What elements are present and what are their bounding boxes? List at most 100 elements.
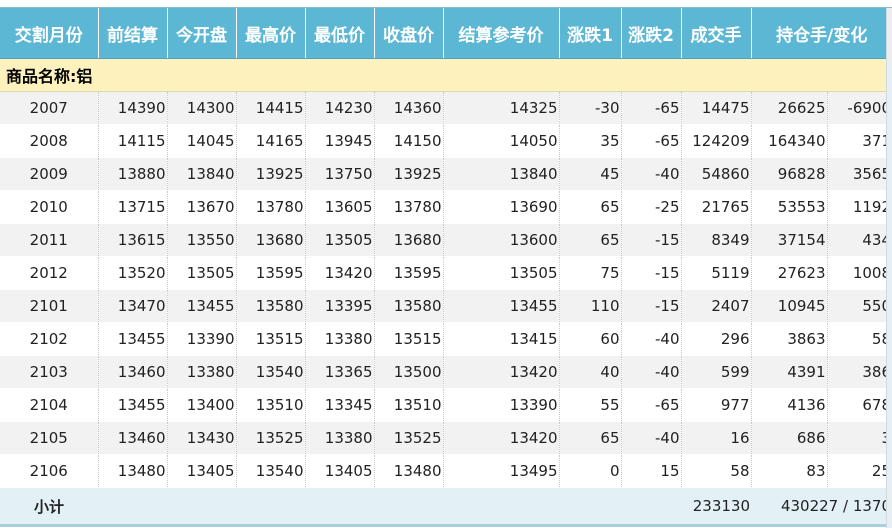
table-cell: 599 bbox=[680, 355, 751, 389]
table-cell: 13925 bbox=[373, 157, 443, 191]
column-header[interactable]: 收盘价 bbox=[373, 8, 443, 59]
table-cell: 35 bbox=[558, 124, 621, 158]
table-cell: -15 bbox=[620, 289, 681, 323]
table-row[interactable]: 2103 13460 13380 13540 13365 13500 13420 40 -40 5… bbox=[0, 355, 892, 389]
table-cell: 13345 bbox=[304, 388, 374, 422]
table-cell: 13880 bbox=[97, 157, 167, 191]
table-cell: 13405 bbox=[304, 454, 374, 488]
column-header[interactable]: 持仓手/变化 bbox=[750, 8, 892, 59]
table-cell: 13505 bbox=[442, 256, 559, 290]
table-cell: 164340 bbox=[750, 124, 827, 158]
table-cell: 3565 bbox=[826, 157, 892, 191]
table-cell: 550 bbox=[826, 289, 892, 323]
table-cell: 10945 bbox=[750, 289, 827, 323]
table-cell: 13690 bbox=[442, 190, 559, 224]
table-cell: 13495 bbox=[442, 454, 559, 488]
table-cell: 65 bbox=[558, 190, 621, 224]
table-cell: 1008 bbox=[826, 256, 892, 290]
table-cell: 60 bbox=[558, 322, 621, 356]
table-cell: 2010 bbox=[0, 190, 98, 224]
table-cell: 65 bbox=[558, 223, 621, 257]
table-cell: 14165 bbox=[235, 124, 305, 158]
table-row[interactable]: 2101 13470 13455 13580 13395 13580 13455 110 -15… bbox=[0, 289, 892, 323]
table-cell: 0 bbox=[558, 454, 621, 488]
table-cell: 13840 bbox=[166, 157, 236, 191]
subtotal-open-interest: 430227 / 1370 bbox=[751, 487, 892, 527]
table-cell: 14150 bbox=[373, 124, 443, 158]
table-cell: 977 bbox=[680, 388, 751, 422]
table-cell: 14300 bbox=[166, 91, 236, 125]
table-cell: 13600 bbox=[442, 223, 559, 257]
table-cell: 45 bbox=[558, 157, 621, 191]
table-cell: 13390 bbox=[442, 388, 559, 422]
table-row[interactable]: 2012 13520 13505 13595 13420 13595 13505 75 -15 5… bbox=[0, 256, 892, 290]
table-cell: 16 bbox=[680, 421, 751, 455]
table-row[interactable]: 2008 14115 14045 14165 13945 14150 14050 35 -65 1… bbox=[0, 124, 892, 158]
table-row[interactable]: 2102 13455 13390 13515 13380 13515 13415 60 -40 2… bbox=[0, 322, 892, 356]
table-cell: 13390 bbox=[166, 322, 236, 356]
table-cell: 13580 bbox=[373, 289, 443, 323]
table-cell: -30 bbox=[558, 91, 621, 125]
column-header[interactable]: 最低价 bbox=[304, 8, 374, 59]
table-cell: 14360 bbox=[373, 91, 443, 125]
table-cell: 13715 bbox=[97, 190, 167, 224]
table-cell: 13925 bbox=[235, 157, 305, 191]
table-row[interactable]: 2010 13715 13670 13780 13605 13780 13690 65 -25 2… bbox=[0, 190, 892, 224]
subtotal-volume: 233130 bbox=[681, 487, 751, 527]
column-header[interactable]: 结算参考价 bbox=[442, 8, 559, 59]
table-cell: 2009 bbox=[0, 157, 98, 191]
table-cell: 13460 bbox=[97, 355, 167, 389]
table-cell: 14045 bbox=[166, 124, 236, 158]
subtotal-spacer bbox=[98, 487, 681, 527]
table-cell: 13605 bbox=[304, 190, 374, 224]
table-cell: -65 bbox=[620, 91, 681, 125]
table-cell: 2101 bbox=[0, 289, 98, 323]
table-cell: 37154 bbox=[750, 223, 827, 257]
table-cell: 434 bbox=[826, 223, 892, 257]
column-header[interactable]: 最高价 bbox=[235, 8, 305, 59]
table-cell: 83 bbox=[750, 454, 827, 488]
table-cell: 13515 bbox=[373, 322, 443, 356]
table-cell: 2102 bbox=[0, 322, 98, 356]
table-cell: 2103 bbox=[0, 355, 98, 389]
table-row[interactable]: 2011 13615 13550 13680 13505 13680 13600 65 -15 8… bbox=[0, 223, 892, 257]
table-cell: 13520 bbox=[97, 256, 167, 290]
column-header[interactable]: 成交手 bbox=[680, 8, 751, 59]
column-header[interactable]: 涨跌1 bbox=[558, 8, 621, 59]
column-header[interactable]: 前结算 bbox=[97, 8, 167, 59]
table-cell: 13525 bbox=[235, 421, 305, 455]
vertical-scrollbar[interactable] bbox=[886, 8, 892, 528]
table-cell: 13680 bbox=[373, 223, 443, 257]
table-row[interactable]: 2106 13480 13405 13540 13405 13480 13495 0 15 58 8… bbox=[0, 454, 892, 488]
table-cell: 13380 bbox=[166, 355, 236, 389]
table-cell: -65 bbox=[620, 124, 681, 158]
table-cell: 13455 bbox=[97, 322, 167, 356]
table-cell: 13540 bbox=[235, 454, 305, 488]
column-header[interactable]: 今开盘 bbox=[166, 8, 236, 59]
table-cell: 13780 bbox=[373, 190, 443, 224]
table-cell: 53553 bbox=[750, 190, 827, 224]
column-header[interactable]: 涨跌2 bbox=[620, 8, 681, 59]
table-header: 交割月份 前结算 今开盘 最高价 最低价 收盘价 结算参考价 涨跌1 涨跌2 成交手 持仓手/变化 bbox=[0, 8, 892, 59]
table-row[interactable]: 2007 14390 14300 14415 14230 14360 14325 -30 -65… bbox=[0, 91, 892, 125]
table-cell: 3 bbox=[826, 421, 892, 455]
table-row[interactable]: 2105 13460 13430 13525 13380 13525 13420 65 -40 1… bbox=[0, 421, 892, 455]
table-cell: 13470 bbox=[97, 289, 167, 323]
table-cell: 14115 bbox=[97, 124, 167, 158]
table-cell: -40 bbox=[620, 322, 681, 356]
table-cell: 13420 bbox=[442, 355, 559, 389]
table-cell: 8349 bbox=[680, 223, 751, 257]
table-cell: 14390 bbox=[97, 91, 167, 125]
table-row[interactable]: 2009 13880 13840 13925 13750 13925 13840 45 -40 5… bbox=[0, 157, 892, 191]
table-cell: -25 bbox=[620, 190, 681, 224]
table-cell: 96828 bbox=[750, 157, 827, 191]
quote-table: 交割月份 前结算 今开盘 最高价 最低价 收盘价 结算参考价 涨跌1 涨跌2 成交手 持仓手/变化 … bbox=[0, 8, 892, 527]
table-cell: 2007 bbox=[0, 91, 98, 125]
column-header[interactable]: 交割月份 bbox=[0, 8, 98, 59]
table-cell: 13455 bbox=[97, 388, 167, 422]
table-cell: 13510 bbox=[235, 388, 305, 422]
table-cell: 27623 bbox=[750, 256, 827, 290]
table-row[interactable]: 2104 13455 13400 13510 13345 13510 13390 55 -65 9… bbox=[0, 388, 892, 422]
table-cell: 110 bbox=[558, 289, 621, 323]
table-cell: 13680 bbox=[235, 223, 305, 257]
